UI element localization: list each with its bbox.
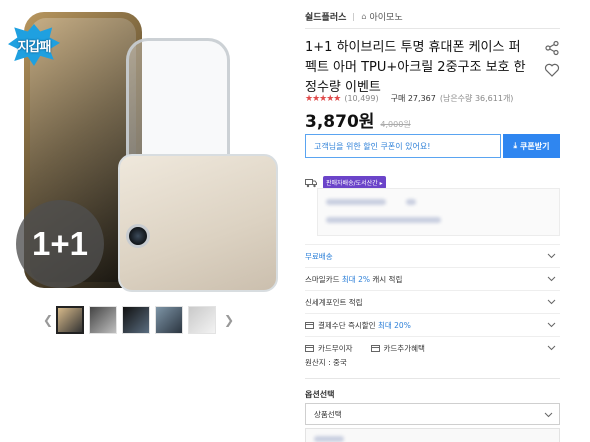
sticker-text: 지갑패	[17, 40, 52, 55]
share-icon[interactable]	[544, 40, 560, 56]
shipping-detail-box	[317, 188, 560, 236]
benefit-label: 신세계포인트 적립	[305, 297, 363, 307]
benefit-label: 스마일카드 최대 2% 캐시 적립	[305, 274, 403, 284]
card-icon	[370, 344, 380, 352]
benefit-highlight: 최대 20%	[377, 320, 411, 330]
redacted-text	[314, 436, 344, 442]
rating-row: ★★★★★ (10,499) 구매 27,367 (남은수량 36,611개)	[305, 93, 513, 104]
benefit-free-shipping[interactable]: 무료배송	[305, 244, 560, 267]
card-icon	[305, 321, 314, 329]
product-main-image[interactable]: 1+1 지갑패	[6, 4, 284, 294]
thumbnail-2[interactable]	[89, 306, 117, 334]
promo-sticker: 지갑패	[8, 24, 60, 66]
product-gallery: 1+1 지갑패 ❮ ❯	[0, 0, 290, 442]
download-icon: ⤓	[513, 141, 518, 150]
chevron-down-icon	[547, 253, 556, 259]
purchase-count: 구매 27,367	[390, 94, 436, 103]
thumbnail-3[interactable]	[122, 306, 150, 334]
phone-front-illustration	[118, 154, 278, 292]
origin-text: 원산지 : 중국	[305, 358, 347, 367]
benefit-shinsegae-point[interactable]: 신세계포인트 적립	[305, 290, 560, 313]
breadcrumb: 쉴드플러스 ⌂ 아이모노	[305, 10, 403, 23]
product-title: 1+1 하이브리드 투명 휴대폰 케이스 퍼펙트 아머 TPU+아크릴 2중구조…	[305, 40, 526, 95]
benefit-instant-discount[interactable]: 결제수단 즉시할인 최대 20%	[305, 313, 560, 336]
redacted-text	[326, 217, 441, 223]
redacted-text	[326, 199, 386, 205]
truck-icon	[305, 178, 317, 187]
review-count[interactable]: (10,499)	[344, 94, 378, 103]
coupon-button-label: 쿠폰받기	[520, 141, 550, 151]
original-price: 4,000원	[380, 120, 411, 129]
card-icon	[305, 344, 314, 352]
chevron-down-icon[interactable]	[547, 343, 556, 352]
chevron-down-icon	[544, 412, 553, 418]
thumbnail-5[interactable]	[188, 306, 216, 334]
chevron-down-icon	[547, 322, 556, 328]
card-benefit-link[interactable]: 카드추가혜택	[384, 343, 425, 354]
thumbnail-4[interactable]	[155, 306, 183, 334]
option-select[interactable]: 상품선택	[305, 403, 560, 425]
option-select-value: 상품선택	[314, 409, 342, 419]
star-rating: ★★★★★	[305, 93, 341, 104]
benefit-label: 무료배송	[305, 251, 333, 261]
divider	[305, 378, 560, 379]
option-section-title: 옵션선택	[305, 390, 335, 399]
benefit-smile-card[interactable]: 스마일카드 최대 2% 캐시 적립	[305, 267, 560, 290]
option-select-secondary[interactable]	[305, 428, 560, 442]
card-interest-link[interactable]: 카드무이자	[318, 343, 353, 354]
coupon-message[interactable]: 고객님을 위한 할인 쿠폰이 있어요!	[305, 134, 501, 158]
redacted-text	[406, 199, 416, 205]
breadcrumb-divider	[353, 12, 355, 21]
chevron-down-icon	[547, 276, 556, 282]
coupon-download-button[interactable]: ⤓ 쿠폰받기	[503, 134, 560, 158]
card-benefit-row: 카드무이자 카드추가혜택	[305, 336, 560, 359]
remaining-quantity: (남은수량 36,611개)	[439, 94, 514, 103]
heart-icon[interactable]	[544, 62, 560, 78]
sale-price: 3,870원	[305, 112, 375, 132]
camera-lens-illustration	[126, 224, 150, 248]
benefit-list: 무료배송 스마일카드 최대 2% 캐시 적립 신세계포인트 적립 결제수단 즉시…	[305, 244, 560, 359]
thumbnail-1[interactable]	[56, 306, 84, 334]
chevron-down-icon	[547, 299, 556, 305]
product-info-panel: 쉴드플러스 ⌂ 아이모노 1+1 하이브리드 투명 휴대폰 케이스 퍼펙트 아머…	[305, 0, 560, 442]
divider	[305, 28, 560, 29]
thumbnail-strip: ❮ ❯	[40, 305, 250, 335]
benefit-highlight: 최대 2%	[341, 274, 370, 284]
benefit-label: 결제수단 즉시할인 최대 20%	[318, 320, 411, 330]
chevron-right-icon[interactable]: ❯	[221, 305, 237, 335]
chevron-left-icon[interactable]: ❮	[40, 305, 56, 335]
brand-link[interactable]: 쉴드플러스	[305, 10, 346, 23]
one-plus-one-badge: 1+1	[16, 200, 104, 288]
store-link[interactable]: 아이모노	[369, 10, 402, 23]
price-row: 3,870원 4,000원	[305, 107, 411, 132]
store-icon: ⌂	[361, 12, 367, 21]
